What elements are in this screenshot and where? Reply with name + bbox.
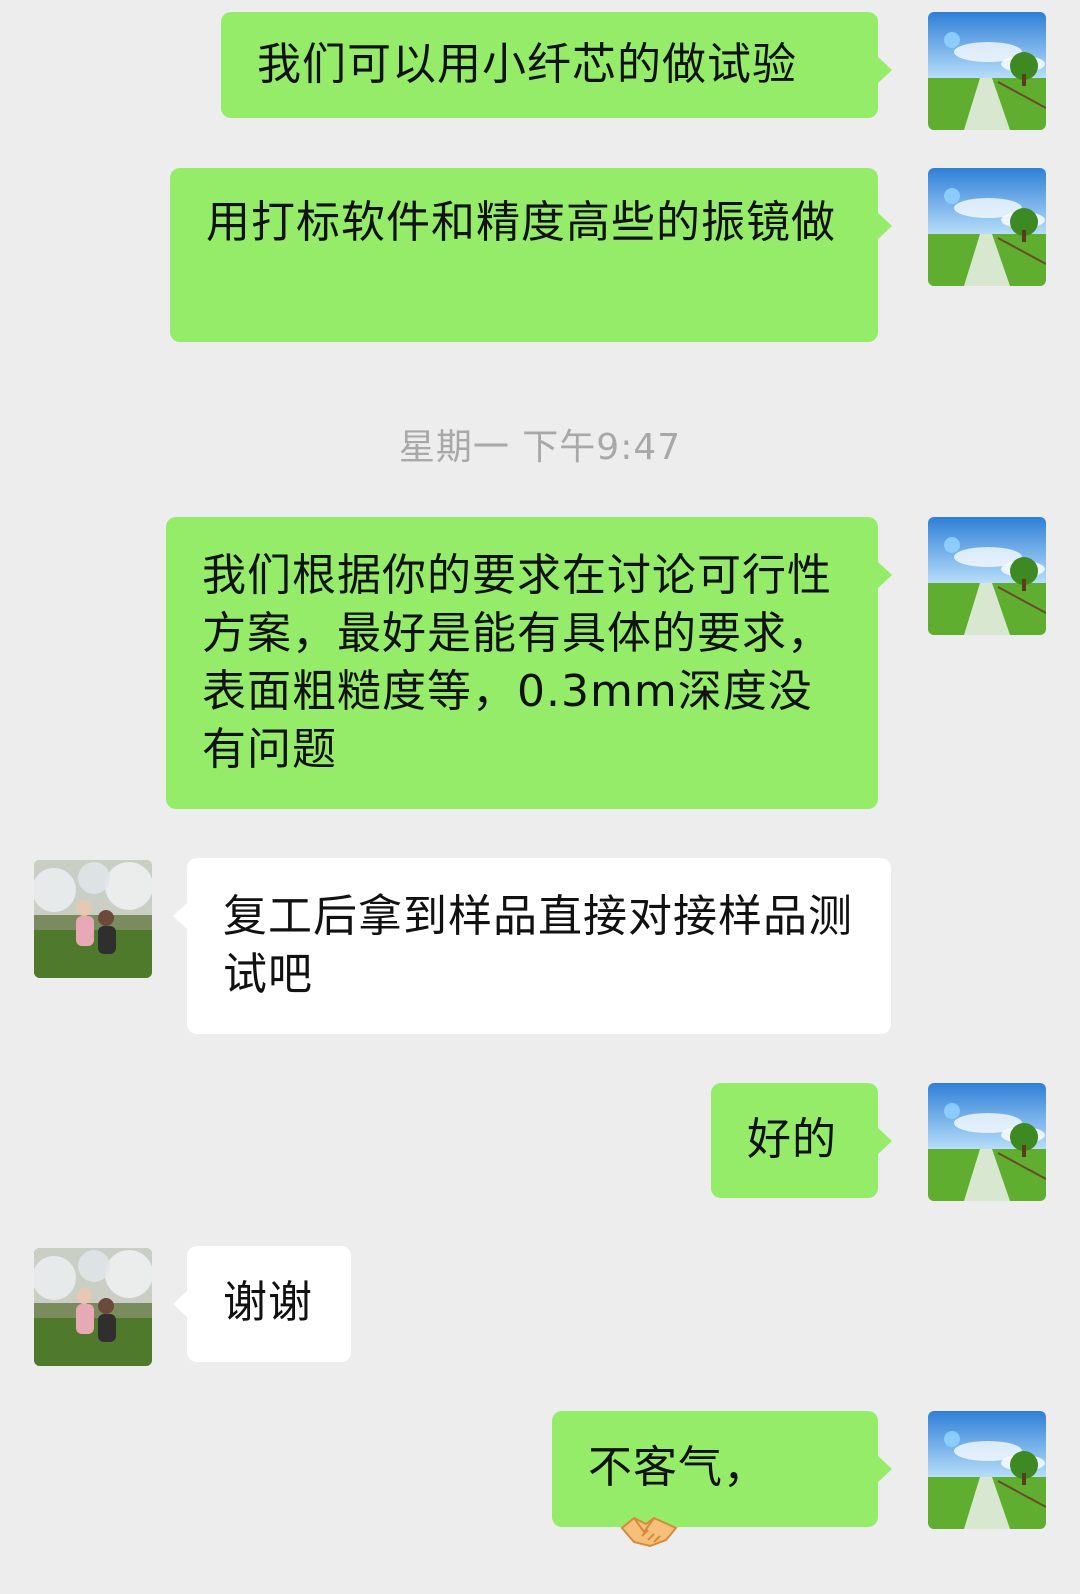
photo-avatar-icon: [34, 1248, 152, 1366]
message-bubble-self[interactable]: 不客气，: [552, 1411, 892, 1548]
landscape-avatar-icon: [928, 12, 1046, 130]
photo-avatar-icon: [34, 860, 152, 978]
message-text: 用打标软件和精度高些的振镜做: [206, 197, 836, 248]
self-avatar[interactable]: [928, 1083, 1046, 1201]
message-bubble-self[interactable]: 我们可以用小纤芯的做试验: [221, 12, 892, 118]
message-text: 谢谢: [223, 1277, 313, 1328]
landscape-avatar-icon: [928, 1411, 1046, 1529]
message-bubble-self[interactable]: 用打标软件和精度高些的振镜做: [170, 168, 892, 342]
message-bubble-other[interactable]: 谢谢: [173, 1246, 351, 1362]
contact-avatar[interactable]: [34, 860, 152, 978]
self-avatar[interactable]: [928, 12, 1046, 130]
message-text: 好的: [747, 1114, 837, 1165]
landscape-avatar-icon: [928, 517, 1046, 635]
message-text: 我们根据你的要求在讨论可行性方案，最好是能有具体的要求，表面粗糙度等，0.3mm…: [202, 550, 832, 775]
contact-avatar[interactable]: [34, 1248, 152, 1366]
handshake-icon: [620, 1506, 678, 1550]
landscape-avatar-icon: [928, 168, 1046, 286]
self-avatar[interactable]: [928, 517, 1046, 635]
self-avatar[interactable]: [928, 1411, 1046, 1529]
self-avatar[interactable]: [928, 168, 1046, 286]
message-text: 我们可以用小纤芯的做试验: [257, 39, 797, 90]
message-text: 不客气，: [588, 1442, 768, 1493]
message-bubble-other[interactable]: 复工后拿到样品直接对接样品测试吧: [173, 858, 891, 1034]
landscape-avatar-icon: [928, 1083, 1046, 1201]
message-bubble-self[interactable]: 我们根据你的要求在讨论可行性方案，最好是能有具体的要求，表面粗糙度等，0.3mm…: [166, 517, 892, 809]
message-text: 复工后拿到样品直接对接样品测试吧: [223, 891, 853, 1000]
message-timestamp: 星期一 下午9:47: [398, 427, 682, 468]
message-bubble-self[interactable]: 好的: [711, 1083, 892, 1198]
